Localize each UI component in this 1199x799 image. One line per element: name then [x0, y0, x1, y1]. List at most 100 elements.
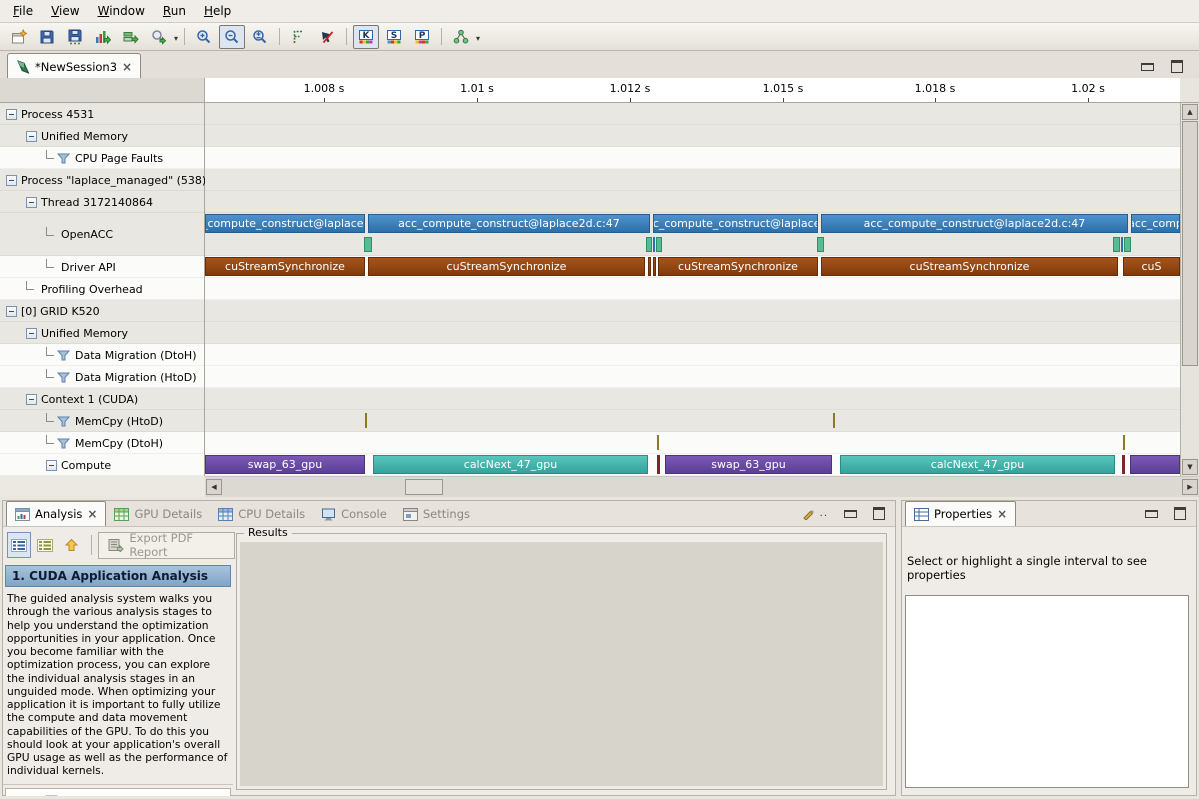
maximize-icon[interactable] [1171, 60, 1183, 73]
interval-bar-swap-63-gpu[interactable]: swap_63_gpu [205, 455, 365, 474]
save-all-button[interactable] [62, 25, 88, 49]
memcpy-interval-tick[interactable] [1123, 435, 1125, 450]
interval-bar-swap[interactable] [1130, 455, 1180, 474]
menu-help[interactable]: Help [195, 1, 240, 21]
interval-bar-sync[interactable] [657, 455, 660, 474]
memcpy-interval-tick[interactable] [365, 413, 367, 428]
tree-row-unified-memory-cpu[interactable]: Unified Memory [0, 125, 204, 147]
menu-view[interactable]: View [42, 1, 88, 21]
minimize-icon[interactable] [1145, 510, 1158, 518]
menu-file[interactable]: File [4, 1, 42, 21]
openacc-wait-mark[interactable] [1124, 237, 1131, 252]
scroll-down-icon[interactable]: ▼ [1182, 459, 1198, 475]
close-icon[interactable]: × [122, 62, 132, 72]
interval-bar-acc-compute-construct-laplace-[interactable]: acc_compute_construct@laplace... [653, 214, 818, 233]
tree-row-data-migration-htod[interactable]: Data Migration (HtoD) [0, 366, 204, 388]
close-icon[interactable]: × [997, 509, 1007, 519]
interval-bar-acc-comp[interactable]: acc_comp [1131, 214, 1180, 233]
memcpy-interval-tick[interactable] [657, 435, 659, 450]
tree-row-context-1-cuda[interactable]: Context 1 (CUDA) [0, 388, 204, 410]
interval-bar-custreamsynchronize[interactable]: cuStreamSynchronize [205, 257, 365, 276]
interval-bar-custreamsynchronize[interactable]: cuStreamSynchronize [821, 257, 1118, 276]
collapse-minus-icon[interactable] [46, 460, 57, 471]
openacc-wait-mark[interactable] [646, 237, 652, 252]
close-icon[interactable]: × [87, 509, 97, 519]
collapse-minus-icon[interactable] [6, 306, 17, 317]
menu-run[interactable]: Run [154, 1, 195, 21]
interval-bar-acc-compute-construct-laplace2d-c-47[interactable]: acc_compute_construct@laplace2d.c:47 [821, 214, 1128, 233]
collapse-minus-icon[interactable] [26, 328, 37, 339]
zoom-out-button[interactable] [219, 25, 245, 49]
maximize-icon[interactable] [1174, 507, 1186, 520]
analysis-view-button[interactable] [448, 25, 474, 49]
tab-cpu-details[interactable]: CPU Details [210, 502, 313, 526]
view-menu-dots[interactable]: .. [820, 508, 828, 519]
menu-window[interactable]: Window [89, 1, 154, 21]
tab-properties[interactable]: Properties × [905, 501, 1016, 526]
collapse-minus-icon[interactable] [26, 131, 37, 142]
tree-row-openacc[interactable]: OpenACC [0, 213, 204, 256]
guided-analysis-mode-button[interactable] [7, 532, 31, 558]
tab-console[interactable]: Console [313, 502, 395, 526]
scroll-left-icon[interactable]: ◀ [206, 479, 222, 495]
run-application-button[interactable] [118, 25, 144, 49]
tree-row-memcpy-htod[interactable]: MemCpy (HtoD) [0, 410, 204, 432]
back-up-analysis-button[interactable] [59, 532, 83, 558]
view-menu-pencil-icon[interactable] [802, 508, 816, 520]
tree-row-thread-3172140864[interactable]: Thread 3172140864 [0, 191, 204, 213]
openacc-wait-mark[interactable] [1121, 237, 1123, 252]
tree-row-memcpy-dtoh[interactable]: MemCpy (DtoH) [0, 432, 204, 454]
openacc-wait-mark[interactable] [1113, 237, 1120, 252]
collapse-minus-icon[interactable] [26, 197, 37, 208]
zoom-tool-button[interactable] [146, 25, 172, 49]
interval-bar-calcnext-47-gpu[interactable]: calcNext_47_gpu [373, 455, 648, 474]
interval-bar-custreamsynchronize[interactable]: cuStreamSynchronize [368, 257, 645, 276]
interval-bar-driver[interactable] [653, 257, 656, 276]
marker-ruler-button[interactable] [286, 25, 312, 49]
minimize-icon[interactable] [1141, 63, 1154, 71]
interval-bar-driver[interactable] [648, 257, 651, 276]
openacc-wait-mark[interactable] [656, 237, 662, 252]
scroll-right-icon[interactable]: ▶ [1182, 479, 1198, 495]
collapse-minus-icon[interactable] [6, 109, 17, 120]
tree-row-data-migration-dtoh[interactable]: Data Migration (DtoH) [0, 344, 204, 366]
tree-row-compute[interactable]: Compute [0, 454, 204, 476]
minimize-icon[interactable] [844, 510, 857, 518]
tree-row-grid-k520[interactable]: [0] GRID K520 [0, 300, 204, 322]
zoom-fit-button[interactable] [247, 25, 273, 49]
zoom-in-button[interactable] [191, 25, 217, 49]
interval-bar-acc-compute-construct-laplace2d-c-47[interactable]: acc_compute_construct@laplace2d.c:47 [368, 214, 650, 233]
interval-bar-cus[interactable]: cuS [1123, 257, 1180, 276]
interval-bar-c-compute-construct-laplace-[interactable]: c_compute_construct@laplace... [205, 214, 365, 233]
interval-bar-custreamsynchronize[interactable]: cuStreamSynchronize [658, 257, 818, 276]
marker-pointer-button[interactable] [314, 25, 340, 49]
export-pdf-report-button[interactable]: Export PDF Report [98, 532, 235, 559]
interval-bar-swap-63-gpu[interactable]: swap_63_gpu [665, 455, 832, 474]
horizontal-scroll-thumb[interactable] [405, 479, 443, 495]
kernel-coloring-button[interactable]: K [353, 25, 379, 49]
stream-coloring-button[interactable]: S [381, 25, 407, 49]
tab-settings[interactable]: Settings [395, 502, 478, 526]
tree-row-cpu-page-faults[interactable]: CPU Page Faults [0, 147, 204, 169]
tab-analysis[interactable]: Analysis× [6, 501, 106, 526]
tree-row-profiling-overhead[interactable]: Profiling Overhead [0, 278, 204, 300]
vertical-scrollbar[interactable]: ▲ ▼ [1180, 103, 1199, 476]
tree-row-process-laplace-managed[interactable]: Process "laplace_managed" (538) [0, 169, 204, 191]
memcpy-interval-tick[interactable] [833, 413, 835, 428]
collapse-minus-icon[interactable] [6, 175, 17, 186]
vertical-scroll-thumb[interactable] [1182, 121, 1198, 366]
openacc-wait-mark[interactable] [817, 237, 824, 252]
maximize-icon[interactable] [873, 507, 885, 520]
tree-row-process-4531[interactable]: Process 4531 [0, 103, 204, 125]
new-session-button[interactable] [6, 25, 32, 49]
examine-gpu-usage-button[interactable]: Examine GPU Usage [5, 788, 231, 796]
timeline-ruler[interactable]: 1.008 s1.01 s1.012 s1.015 s1.018 s1.02 s [205, 78, 1180, 103]
horizontal-scrollbar[interactable]: ◀ ▶ [205, 476, 1199, 497]
generate-timeline-button[interactable] [90, 25, 116, 49]
interval-bar-calcnext-47-gpu[interactable]: calcNext_47_gpu [840, 455, 1115, 474]
tab-gpu-details[interactable]: GPU Details [106, 502, 210, 526]
tree-row-driver-api[interactable]: Driver API [0, 256, 204, 278]
openacc-wait-mark[interactable] [653, 237, 655, 252]
tree-row-unified-memory-gpu[interactable]: Unified Memory [0, 322, 204, 344]
collapse-minus-icon[interactable] [26, 394, 37, 405]
